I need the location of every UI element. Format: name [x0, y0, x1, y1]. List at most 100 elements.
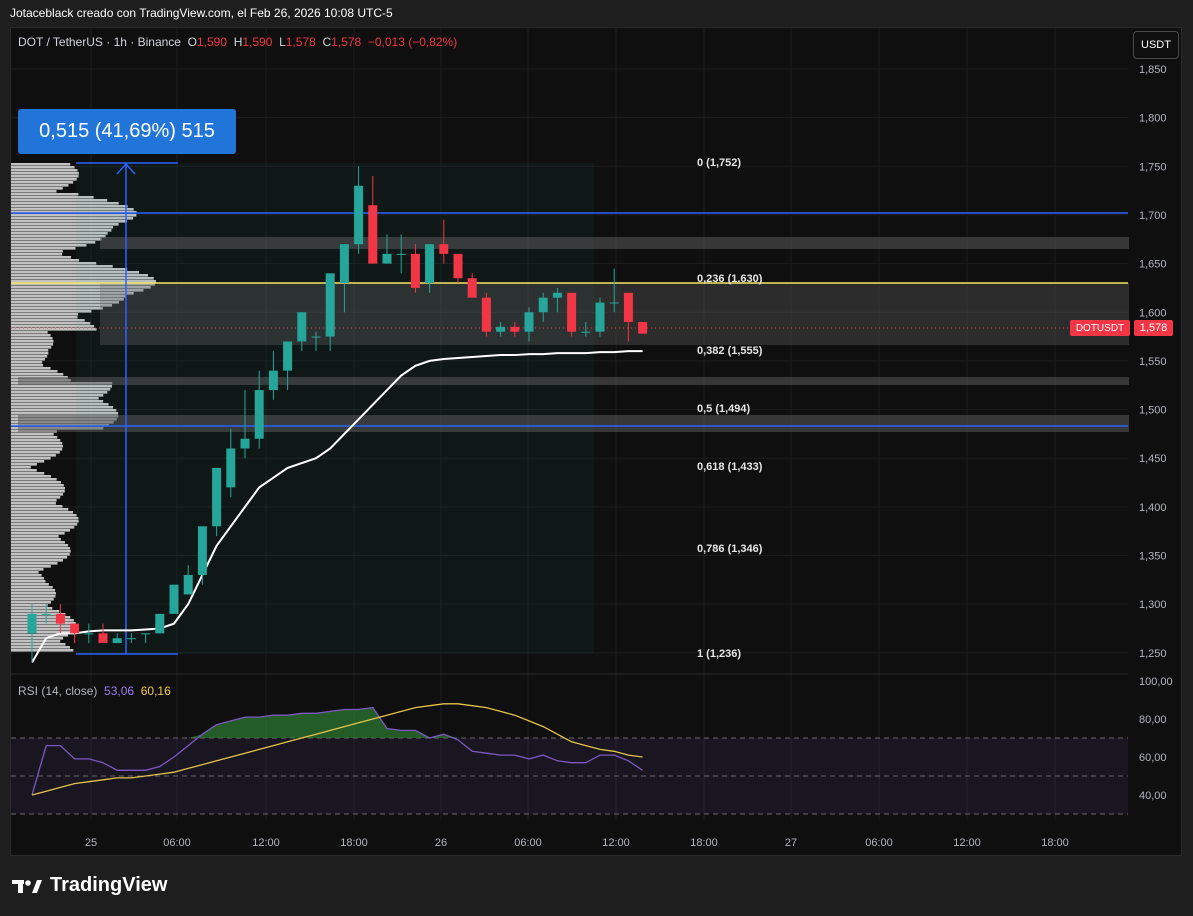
rsi-label[interactable]: RSI (14, close)	[18, 684, 97, 698]
rsi-overbought-fill	[32, 707, 643, 738]
time-axis-label: 18:00	[690, 837, 718, 849]
time-axis-label: 06:00	[865, 837, 893, 849]
open-value: 1,590	[196, 35, 228, 49]
volume-profile-bar	[11, 649, 74, 652]
tradingview-logo[interactable]: TradingView	[12, 874, 167, 897]
candle-body	[538, 297, 548, 313]
candle-body	[141, 633, 151, 635]
candle-body	[183, 574, 193, 595]
volume-profile-bar	[11, 184, 69, 187]
candle-body	[339, 244, 349, 284]
volume-profile-bar	[11, 436, 58, 439]
candle-body	[226, 448, 236, 488]
candle-body	[467, 278, 477, 298]
volume-profile-bar	[11, 586, 53, 589]
candle-body	[510, 326, 520, 332]
volume-profile-bar	[11, 601, 52, 604]
candle-body	[283, 341, 293, 371]
price-axis-label: 1,300	[1139, 599, 1167, 611]
volume-profile-bar	[11, 466, 31, 469]
volume-profile-bar	[11, 550, 71, 553]
volume-profile-bar	[11, 244, 87, 247]
volume-profile-bar	[11, 511, 74, 514]
rsi-axis-label: 80,00	[1139, 714, 1167, 726]
candle-body	[382, 253, 392, 264]
volume-profile-bar	[11, 472, 45, 475]
volume-profile-bar	[11, 520, 79, 523]
candle-body	[98, 633, 108, 644]
volume-profile-bar	[11, 547, 71, 550]
volume-profile-bar	[11, 361, 43, 364]
currency-button[interactable]: USDT	[1133, 31, 1179, 59]
candle-body	[268, 370, 278, 391]
time-axis-label: 18:00	[340, 837, 368, 849]
candle-body	[354, 185, 364, 245]
time-axis-label: 12:00	[602, 837, 630, 849]
time-axis-label: 25	[85, 837, 97, 849]
candle-body	[552, 292, 562, 298]
rsi-axis-label: 100,00	[1139, 676, 1173, 688]
low-value: 1,578	[285, 35, 316, 49]
volume-profile-bar	[11, 640, 61, 643]
candle-body	[567, 292, 577, 332]
fib-level-label: 0,618 (1,433)	[697, 461, 763, 473]
volume-profile-bar	[11, 517, 79, 520]
volume-profile-bar	[11, 568, 44, 571]
price-axis-label: 1,750	[1139, 161, 1167, 173]
volume-profile-bar	[11, 319, 85, 322]
candle-body	[155, 613, 165, 634]
volume-profile-bar	[11, 610, 60, 613]
symbol-label[interactable]: DOT / TetherUS · 1h · Binance	[18, 35, 181, 49]
volume-profile-bar	[11, 181, 74, 184]
volume-profile-bar	[11, 259, 79, 262]
volume-profile-bar	[11, 331, 48, 334]
price-axis-label: 1,250	[1139, 648, 1167, 660]
volume-profile-bar	[11, 574, 42, 577]
volume-profile-bar	[11, 355, 48, 358]
volume-profile-bar	[11, 544, 69, 547]
volume-profile-bar	[11, 316, 78, 319]
volume-profile-bar	[11, 343, 54, 346]
volume-profile-bar	[11, 628, 75, 631]
volume-profile-bar	[11, 163, 71, 166]
volume-profile-bar	[11, 589, 56, 592]
volume-profile-bar	[11, 247, 76, 250]
price-axis-label: 1,450	[1139, 453, 1167, 465]
candle-body	[70, 623, 80, 634]
rsi-value: 53,06	[104, 684, 135, 698]
volume-profile-bar	[11, 334, 51, 337]
volume-profile-bar	[11, 514, 77, 517]
price-axis-label: 1,800	[1139, 113, 1167, 125]
volume-profile-bar	[11, 187, 63, 190]
volume-profile-bar	[11, 502, 56, 505]
candle-body	[638, 321, 648, 334]
candle-body	[453, 253, 463, 279]
volume-profile-bar	[11, 559, 63, 562]
volume-profile-bar	[11, 442, 63, 445]
price-axis-label: 1,600	[1139, 307, 1167, 319]
volume-profile-bar	[11, 481, 61, 484]
volume-profile-bar	[11, 256, 72, 259]
fib-range-box	[76, 163, 594, 654]
price-axis-label: 1,550	[1139, 356, 1167, 368]
volume-profile-bar	[11, 445, 63, 448]
volume-profile-bar	[11, 538, 61, 541]
volume-profile-bar	[11, 433, 54, 436]
volume-profile-bar	[11, 172, 79, 175]
volume-profile-bar	[11, 562, 58, 565]
price-axis-label: 1,650	[1139, 259, 1167, 271]
fib-level-label: 0 (1,752)	[697, 157, 741, 169]
volume-profile-bar	[11, 346, 52, 349]
volume-profile-bar	[11, 175, 79, 178]
volume-profile-bar	[11, 487, 65, 490]
volume-profile-bar	[11, 460, 45, 463]
volume-profile-bar	[11, 499, 57, 502]
time-axis-label: 06:00	[514, 837, 542, 849]
brand-name: TradingView	[50, 874, 168, 896]
volume-profile-bar	[11, 604, 48, 607]
price-axis-label: 1,850	[1139, 64, 1167, 76]
candle-body	[126, 638, 136, 640]
time-axis-label: 18:00	[1041, 837, 1069, 849]
volume-profile-bar	[11, 529, 70, 532]
price-axis-label: 1,500	[1139, 405, 1167, 417]
